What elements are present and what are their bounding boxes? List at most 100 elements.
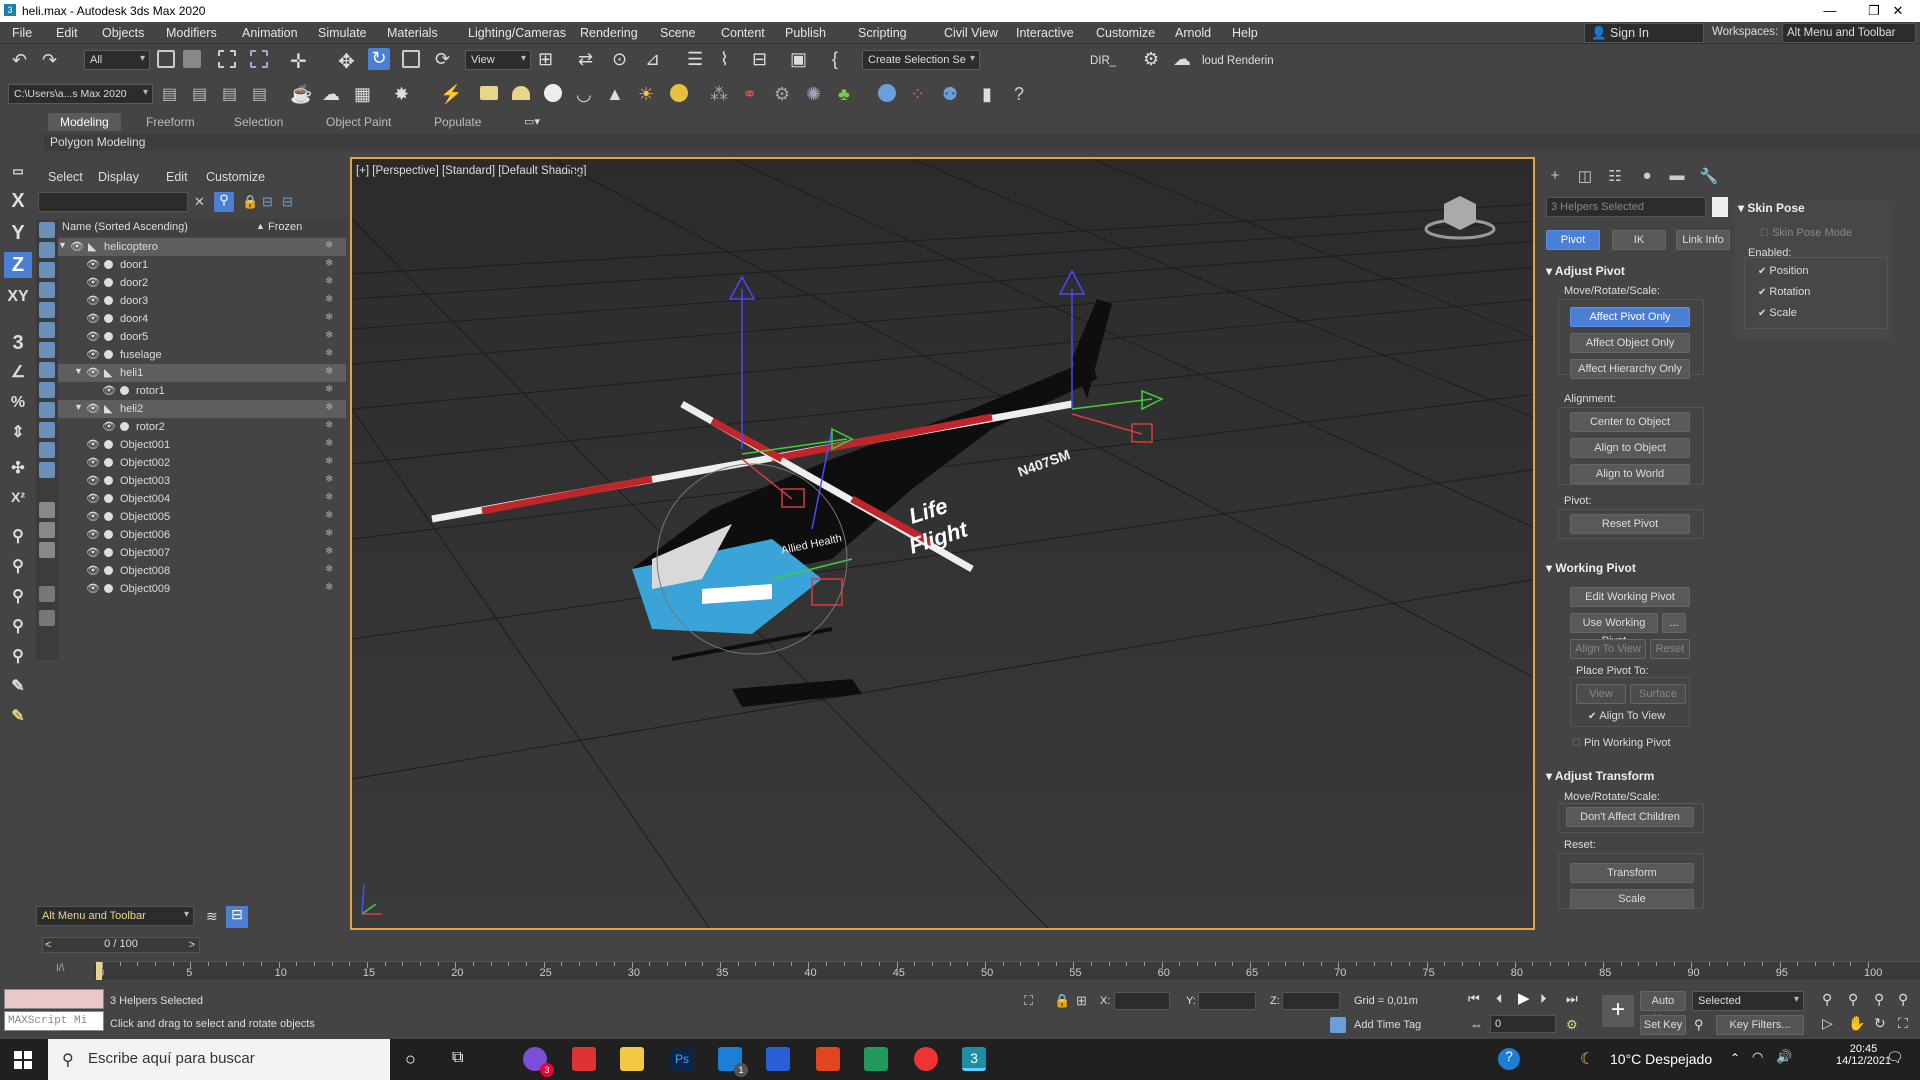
sunlight-icon[interactable]: ⚡ [440, 84, 462, 106]
z-coordinate-field[interactable] [1282, 992, 1340, 1010]
scene-row[interactable]: 👁 Object008 ❄ [58, 562, 346, 580]
visibility-eye-icon[interactable]: 👁 [86, 582, 100, 595]
cloud-render-icon[interactable]: ☁ [1173, 49, 1195, 71]
clock[interactable]: 20:45 14/12/2021 [1836, 1043, 1891, 1067]
scene-row[interactable]: 👁 Object009 ❄ [58, 580, 346, 598]
menu-content[interactable]: Content [721, 26, 765, 40]
visibility-eye-icon[interactable]: 👁 [86, 330, 100, 343]
name-column-header[interactable]: Name (Sorted Ascending) [62, 221, 188, 233]
schematic-view-icon[interactable]: ⊟ [752, 49, 774, 71]
curve-editor-toggle-icon[interactable]: I/\ [56, 963, 64, 974]
windows-start-icon[interactable] [14, 1051, 32, 1069]
zoom-extents-icon[interactable]: ⚲ [1874, 991, 1884, 1008]
scene-row[interactable]: ▼ 👁 ◣ heli2 ❄ [58, 400, 346, 418]
workspace-select[interactable]: Alt Menu and Toolbar [1782, 23, 1916, 43]
weather-text[interactable]: 10°C Despejado [1610, 1051, 1712, 1067]
frozen-toggle-icon[interactable]: ❄ [325, 510, 333, 521]
edit-named-sets-icon[interactable]: ☰ [687, 49, 709, 71]
pin-working-pivot-checkbox[interactable]: Pin Working Pivot [1572, 737, 1671, 749]
move-icon[interactable]: ✥ [338, 49, 360, 73]
perspective-viewport[interactable]: [+] [Perspective] [Standard] [Default Sh… [350, 157, 1535, 930]
project-path-dropdown[interactable]: C:\Users\a...s Max 2020 [8, 84, 153, 104]
menu-animation[interactable]: Animation [242, 26, 298, 40]
ribbon-tab-freeform[interactable]: Freeform [134, 113, 207, 131]
visibility-eye-icon[interactable]: 👁 [86, 456, 100, 469]
render-setup-icon[interactable]: ⚙ [1143, 49, 1165, 71]
frozen-column-header[interactable]: Frozen [268, 221, 302, 233]
plane-primitive-icon[interactable] [480, 86, 498, 100]
material-editor-icon[interactable]: ▣ [790, 49, 812, 71]
store-icon[interactable] [766, 1047, 790, 1071]
select-move-icon[interactable]: ✛ [290, 49, 312, 73]
frozen-toggle-icon[interactable]: ❄ [325, 474, 333, 485]
zoom-all-icon[interactable]: ⚲ [1848, 991, 1858, 1008]
visibility-eye-icon[interactable]: 👁 [86, 564, 100, 577]
zoom-icon[interactable]: ⚲ [1822, 991, 1832, 1008]
layer-icon[interactable]: ▤ [222, 84, 244, 106]
chrome-icon[interactable] [914, 1047, 938, 1071]
scene-row[interactable]: ▼ 👁 ◣ heli1 ❄ [58, 364, 346, 382]
reset-pivot-button[interactable]: Reset Pivot [1570, 514, 1690, 534]
menu-scene[interactable]: Scene [660, 26, 695, 40]
maxscript-listener[interactable] [4, 989, 104, 1009]
display-none-icon[interactable] [39, 502, 55, 518]
position-checkbox[interactable]: Position [1758, 265, 1808, 277]
mirror-icon[interactable]: X² [4, 484, 32, 510]
maxscript-mini-listener[interactable]: MAXScript Mi [4, 1011, 104, 1031]
scene-row[interactable]: 👁 rotor2 ❄ [58, 418, 346, 436]
visibility-eye-icon[interactable]: 👁 [102, 384, 116, 397]
scene-row[interactable]: 👁 door1 ❄ [58, 256, 346, 274]
visibility-eye-icon[interactable]: 👁 [86, 366, 100, 379]
percent-snap-icon[interactable]: % [4, 390, 32, 416]
frozen-toggle-icon[interactable]: ❄ [325, 456, 333, 467]
axis-y-button[interactable]: Y [4, 220, 32, 246]
add-time-tag[interactable]: Add Time Tag [1354, 1019, 1421, 1031]
next-frame-button[interactable]: > [189, 939, 195, 951]
scene-row[interactable]: 👁 Object007 ❄ [58, 544, 346, 562]
display-xrefs-icon[interactable] [39, 362, 55, 378]
lasso-icon[interactable]: ⚲ [4, 614, 32, 640]
menu-scripting[interactable]: Scripting [858, 26, 907, 40]
window-crossing-icon[interactable] [250, 50, 268, 68]
walkthrough-icon[interactable]: ⚲ [4, 524, 32, 550]
frozen-toggle-icon[interactable]: ❄ [325, 420, 333, 431]
display-tab-icon[interactable]: ▬ [1666, 167, 1688, 187]
selection-filter-dropdown[interactable]: All [84, 50, 150, 70]
link-info-mode-button[interactable]: Link Info [1676, 230, 1730, 250]
utilities-tab-icon[interactable]: 🔧 [1698, 167, 1720, 187]
expand-icon[interactable]: ▼ [74, 366, 83, 376]
rotate-icon[interactable]: ↻ [368, 48, 390, 70]
frozen-toggle-icon[interactable]: ❄ [325, 564, 333, 575]
angle-snap-icon[interactable]: ⊿ [645, 49, 667, 71]
time-slider[interactable]: < 0 / 100 > [42, 937, 200, 953]
expand-icon[interactable]: ▼ [74, 402, 83, 412]
working-pivot-rollout[interactable]: ▾ Working Pivot [1546, 561, 1636, 575]
frozen-toggle-icon[interactable]: ❄ [325, 582, 333, 593]
working-pivot-options-button[interactable]: ... [1662, 613, 1686, 633]
go-to-start-icon[interactable]: ⏮ [1468, 991, 1480, 1007]
help-icon[interactable]: ? [1014, 84, 1036, 106]
auto-key-button[interactable]: Auto Key [1640, 991, 1686, 1025]
place-icon[interactable]: ⟳ [435, 49, 457, 71]
environment-sphere-icon[interactable] [878, 84, 896, 102]
hemisphere-icon[interactable] [512, 86, 530, 100]
go-to-end-icon[interactable]: ⏭ [1566, 991, 1578, 1007]
select-object-icon[interactable] [157, 50, 175, 68]
image-plane-icon[interactable]: ▦ [354, 84, 376, 106]
scene-row[interactable]: 👁 door3 ❄ [58, 292, 346, 310]
center-to-object-button[interactable]: Center to Object [1570, 412, 1690, 432]
scene-row[interactable]: 👁 Object004 ❄ [58, 490, 346, 508]
key-filter-icon[interactable]: ⚲ [1694, 1017, 1704, 1033]
menu-materials[interactable]: Materials [387, 26, 438, 40]
help-circle-icon[interactable]: ? [1498, 1048, 1520, 1070]
menu-customize[interactable]: Customize [1096, 26, 1155, 40]
rect-region-icon[interactable] [218, 50, 236, 68]
cone-icon[interactable]: ▲ [606, 84, 628, 106]
spinner-snap-icon[interactable]: ⇕ [4, 420, 32, 446]
frozen-toggle-icon[interactable]: ❄ [325, 438, 333, 449]
frozen-toggle-icon[interactable]: ❄ [325, 492, 333, 503]
affect-hierarchy-only-button[interactable]: Affect Hierarchy Only [1570, 359, 1690, 379]
frozen-toggle-icon[interactable]: ❄ [325, 258, 333, 269]
scene-row[interactable]: 👁 Object002 ❄ [58, 454, 346, 472]
field-of-view-icon[interactable]: ▷ [1822, 1015, 1833, 1032]
